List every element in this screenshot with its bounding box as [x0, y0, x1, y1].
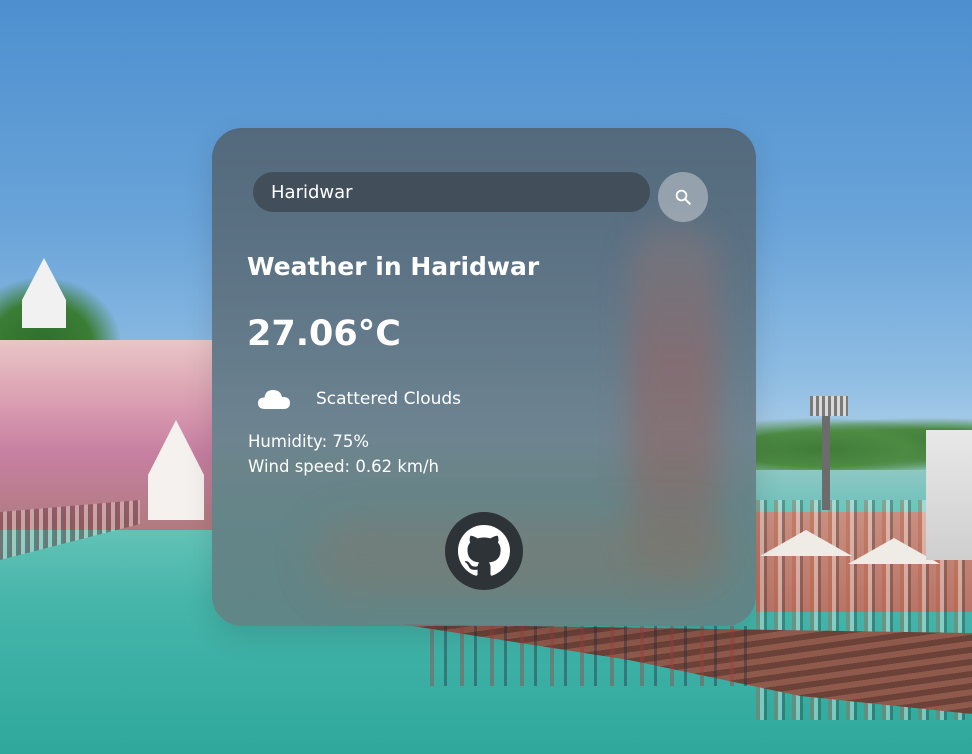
cloud-icon [258, 390, 290, 409]
right-tower [926, 430, 972, 560]
temple-spire [22, 258, 66, 328]
city-title: Weather in Haridwar [247, 252, 540, 281]
floodlight-head [810, 396, 848, 416]
search-bar [253, 172, 650, 212]
floodlight-pole [822, 400, 830, 510]
background-scene: Weather in Haridwar 27.06°C Scattered Cl… [0, 0, 972, 754]
weather-description: Scattered Clouds [316, 388, 462, 409]
weather-card: Weather in Haridwar 27.06°C Scattered Cl… [212, 128, 756, 626]
wind-speed-text: Wind speed: 0.62 km/h [248, 457, 439, 476]
bottom-crowd [430, 626, 760, 686]
github-icon [458, 525, 510, 576]
temperature: 27.06°C [247, 314, 401, 354]
search-button[interactable] [658, 172, 708, 222]
github-link[interactable] [445, 512, 523, 590]
search-icon [675, 189, 691, 205]
humidity-text: Humidity: 75% [248, 432, 370, 451]
search-input[interactable] [253, 172, 650, 212]
weather-condition: Scattered Clouds [256, 385, 461, 412]
